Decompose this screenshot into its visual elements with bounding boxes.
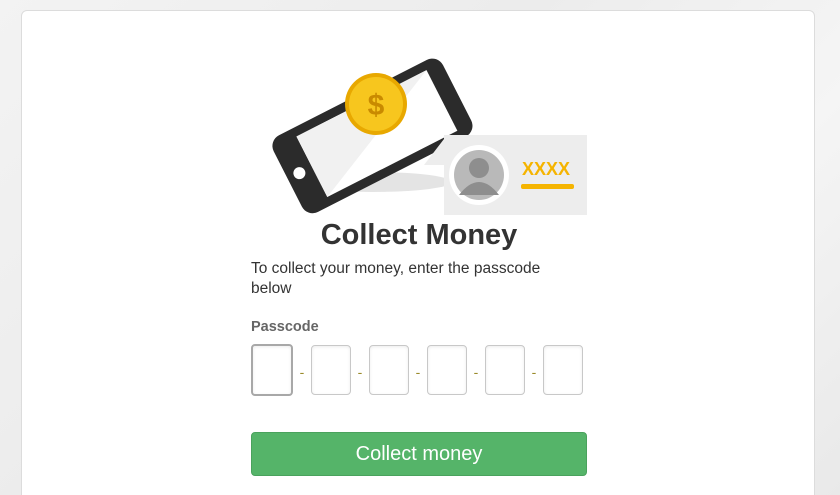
passcode-digit-3[interactable] [369,345,409,395]
phone-payment-illustration: $ XXXX [272,58,587,215]
recipient-card: XXXX [424,135,587,215]
passcode-digit-5[interactable] [485,345,525,395]
passcode-separator: - [299,364,305,380]
passcode-input-group: - - - - - [251,344,583,396]
passcode-separator: - [357,364,363,380]
passcode-digit-2[interactable] [311,345,351,395]
passcode-digit-6[interactable] [543,345,583,395]
coin-icon: $ [345,73,407,135]
passcode-separator: - [473,364,479,380]
passcode-separator: - [415,364,421,380]
page-title: Collect Money [320,219,518,251]
passcode-digit-1[interactable] [251,344,293,396]
masked-code: XXXX [522,159,570,179]
passcode-label: Passcode [251,319,319,335]
collect-money-button[interactable]: Collect money [251,432,587,476]
page-subtitle: To collect your money, enter the passcod… [251,260,541,297]
currency-symbol: $ [368,89,385,122]
code-underline [521,184,574,189]
passcode-digit-4[interactable] [427,345,467,395]
collect-money-card: $ XXXX Collect Money To collect your mon… [21,10,815,495]
passcode-separator: - [531,364,537,380]
